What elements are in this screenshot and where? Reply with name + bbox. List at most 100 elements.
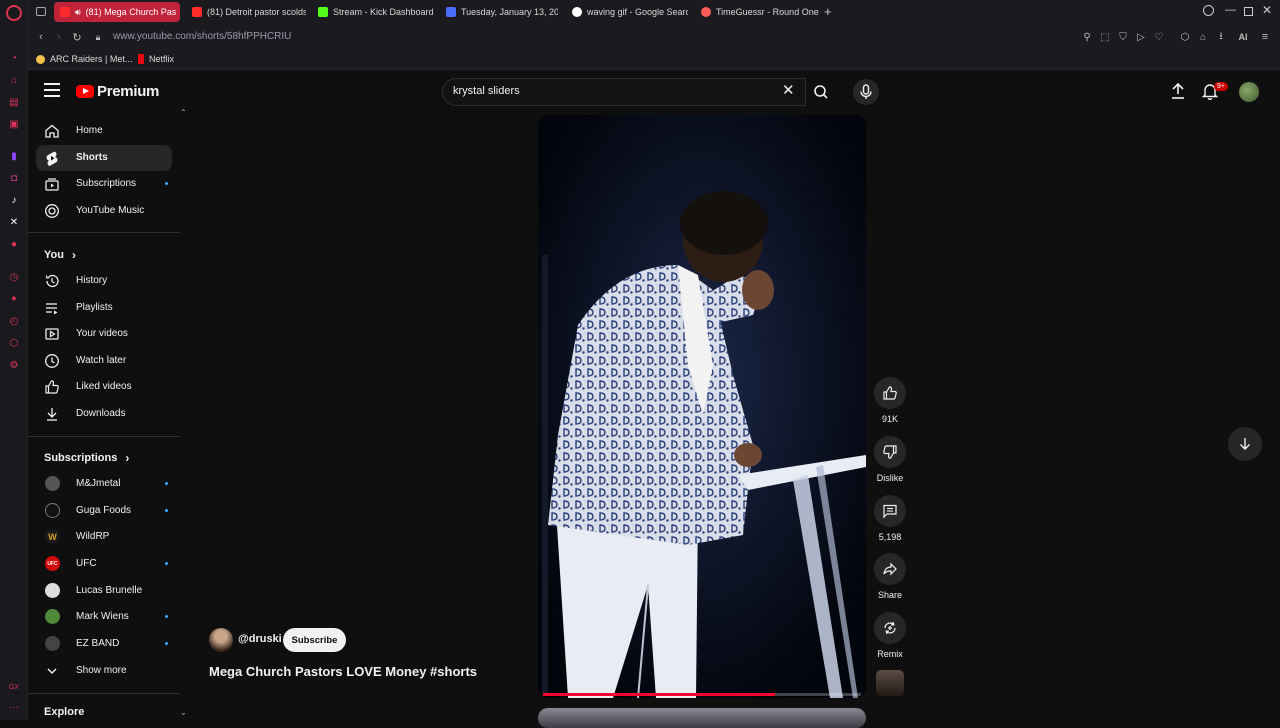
subscription-mjmetal[interactable]: M&Jmetal (36, 471, 172, 497)
messenger-icon[interactable]: ▣ (7, 117, 21, 131)
tab-3[interactable]: Tuesday, January 13, 202 (440, 2, 558, 22)
tab-1[interactable]: (81) Detroit pastor scolds (186, 2, 306, 22)
sound-thumbnail[interactable] (876, 670, 904, 696)
hamburger-menu-icon[interactable] (44, 83, 60, 97)
youtube-premium-logo[interactable]: Premium (76, 83, 159, 100)
extensions-rail-icon[interactable]: ⬡ (7, 336, 21, 350)
snapshot-icon[interactable]: ⬚ (1098, 30, 1112, 44)
forward-button[interactable]: › (52, 30, 66, 44)
menu-lines-icon[interactable]: ≡ (1258, 30, 1272, 44)
pinboard-icon[interactable]: ✦ (7, 292, 21, 306)
opera-logo-icon[interactable] (6, 5, 22, 21)
you-section-header[interactable]: You › (44, 248, 76, 262)
voice-search-button[interactable] (853, 79, 879, 105)
history-rail-icon[interactable]: ◷ (7, 270, 21, 284)
instagram-icon[interactable]: ◘ (7, 171, 21, 185)
account-avatar[interactable] (1239, 82, 1259, 102)
sidebar-item-liked-videos[interactable]: Liked videos (36, 374, 172, 400)
gx-icon[interactable]: GX (7, 680, 21, 694)
video-title[interactable]: Mega Church Pastors LOVE Money #shorts (209, 664, 477, 679)
new-tab-button[interactable]: + (824, 4, 832, 19)
ai-icon[interactable]: ⌂ (7, 73, 21, 87)
player-control-icon[interactable]: ▷ (1134, 30, 1148, 44)
player-icon[interactable]: ● (7, 237, 21, 251)
next-short-preview[interactable] (538, 708, 866, 728)
comments-button[interactable] (874, 495, 906, 527)
more-icon[interactable]: ··· (7, 700, 21, 714)
playlists-icon (44, 300, 60, 316)
channel-name[interactable]: @druski (238, 633, 282, 645)
reload-button[interactable]: ↻ (70, 30, 84, 44)
workspace-icon[interactable] (36, 7, 46, 16)
clear-search-icon[interactable]: ✕ (782, 81, 795, 99)
settings-icon[interactable]: ⚙ (7, 358, 21, 372)
subscription-mark-wiens[interactable]: Mark Wiens (36, 604, 172, 630)
like-button[interactable] (874, 377, 906, 409)
show-more-button[interactable]: Show more (36, 658, 172, 684)
scroll-up-icon[interactable]: ⌃ (180, 108, 187, 117)
sidebar-item-label: Subscriptions (76, 178, 137, 189)
share-button[interactable] (874, 553, 906, 585)
back-button[interactable]: ‹ (34, 30, 48, 44)
clock-icon[interactable]: ◴ (7, 314, 21, 328)
maximize-button[interactable] (1244, 7, 1253, 16)
sidebar-item-home[interactable]: Home (36, 118, 172, 144)
tiktok-icon[interactable]: ♪ (7, 193, 21, 207)
sidebar-item-history[interactable]: History (36, 268, 172, 294)
extensions-icon[interactable]: ⬡ (1178, 30, 1192, 44)
heart-icon[interactable]: ♡ (1152, 30, 1166, 44)
downloads-browser-icon[interactable]: ⭳ (1214, 30, 1228, 44)
tab-2[interactable]: Stream - Kick Dashboard (312, 2, 434, 22)
explore-section-header: Explore (44, 706, 84, 718)
ai-button[interactable]: AI (1232, 30, 1254, 44)
shorts-video-player[interactable] (538, 115, 866, 698)
subscription-ez-band[interactable]: EZ BAND (36, 631, 172, 657)
tab-4[interactable]: waving gif - Google Searc (566, 2, 688, 22)
subscription-guga-foods[interactable]: Guga Foods (36, 498, 172, 524)
timeguessr-favicon-icon (701, 7, 711, 17)
search-button[interactable] (806, 78, 836, 106)
subscribe-button[interactable]: Subscribe (283, 628, 346, 652)
adblock-shield-icon[interactable]: ⛉ (1116, 30, 1130, 44)
remix-button[interactable] (874, 612, 906, 644)
netflix-favicon-icon (138, 54, 144, 64)
sidebar-item-downloads[interactable]: Downloads (36, 401, 172, 427)
twitch-icon[interactable]: ▮ (7, 149, 21, 163)
dislike-button[interactable] (874, 436, 906, 468)
subscription-ufc[interactable]: UFC UFC (36, 551, 172, 577)
sidebar-item-subscriptions[interactable]: Subscriptions (36, 171, 172, 197)
close-window-button[interactable]: ✕ (1262, 3, 1272, 17)
subscriptions-section-header[interactable]: Subscriptions › (44, 451, 129, 465)
channel-avatar (45, 583, 60, 598)
scroll-down-icon[interactable]: ⌄ (180, 708, 187, 717)
sidebar-item-your-videos[interactable]: Your videos (36, 321, 172, 347)
bookmark-netflix[interactable]: Netflix (138, 54, 174, 64)
channel-avatar (45, 476, 60, 491)
channel-avatar[interactable] (209, 628, 233, 652)
url-field[interactable]: www.youtube.com/shorts/58hfPPHCRIU (113, 31, 291, 42)
wallet-icon[interactable]: ▤ (7, 95, 21, 109)
search-tabs-icon[interactable] (1203, 5, 1214, 16)
shorts-icon (44, 150, 60, 166)
search-input[interactable] (453, 85, 753, 97)
easy-setup-icon[interactable]: ⌂ (1196, 30, 1210, 44)
sidebar-item-shorts[interactable]: Shorts (36, 145, 172, 171)
tab-5[interactable]: TimeGuessr - Round One (695, 2, 823, 22)
subscription-wildrp[interactable]: W WildRP (36, 524, 172, 550)
bookmark-arc-raiders[interactable]: ARC Raiders | Met... (36, 54, 132, 64)
remix-label: Remix (877, 649, 903, 659)
subscription-lucas-brunelle[interactable]: Lucas Brunelle (36, 578, 172, 604)
next-video-button[interactable] (1228, 427, 1262, 461)
create-button[interactable] (1170, 82, 1186, 105)
remix-icon (884, 621, 896, 635)
speed-dial-icon[interactable]: ◔ (7, 51, 21, 65)
tab-0[interactable]: 🔊︎ (81) Mega Church Pas (54, 2, 180, 22)
share-icon (883, 562, 897, 576)
x-icon[interactable]: ✕ (7, 215, 21, 229)
sidebar-item-watch-later[interactable]: Watch later (36, 348, 172, 374)
minimize-button[interactable]: — (1225, 4, 1236, 16)
sidebar-item-youtube-music[interactable]: YouTube Music (36, 198, 172, 224)
sidebar-item-playlists[interactable]: Playlists (36, 295, 172, 321)
pin-icon[interactable]: ⚲ (1080, 30, 1094, 44)
video-progress-bar[interactable] (543, 693, 861, 696)
